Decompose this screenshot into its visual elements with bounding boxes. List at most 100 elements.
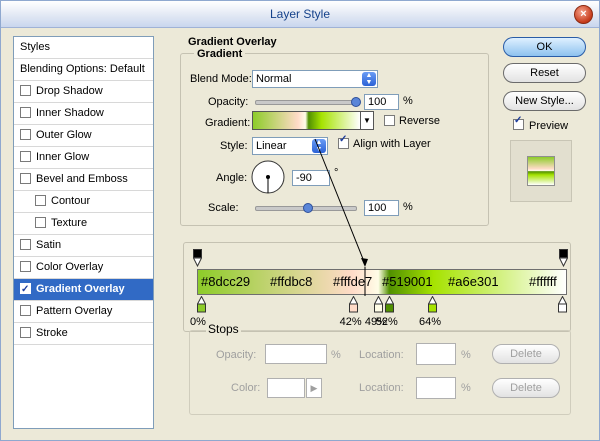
styles-header[interactable]: Styles xyxy=(14,37,153,59)
reset-button[interactable]: Reset xyxy=(503,63,586,83)
opacity-slider-track[interactable] xyxy=(255,100,357,105)
style-item-label: Drop Shadow xyxy=(36,85,103,97)
checkbox-icon[interactable] xyxy=(20,304,31,316)
window-title: Layer Style xyxy=(269,7,331,21)
title-bar[interactable]: Layer Style × xyxy=(1,1,599,28)
preview-swatch xyxy=(527,156,555,186)
styles-list: Styles Blending Options: Default Drop Sh… xyxy=(13,36,154,429)
style-item-color-overlay[interactable]: Color Overlay xyxy=(14,257,153,279)
stop-color-label: Color: xyxy=(231,382,261,394)
color-stop-marker[interactable] xyxy=(557,295,568,316)
blending-options-item[interactable]: Blending Options: Default xyxy=(14,59,153,81)
checkbox-icon[interactable] xyxy=(20,84,31,96)
style-item-texture[interactable]: Texture xyxy=(14,213,153,235)
style-item-satin[interactable]: Satin xyxy=(14,235,153,257)
stop-color-swatch[interactable] xyxy=(267,378,305,398)
stop-location-label: 64% xyxy=(419,316,442,328)
scale-label: Scale: xyxy=(208,202,239,214)
stop-location-label: 52% xyxy=(375,316,398,328)
checkbox-icon[interactable] xyxy=(20,128,31,140)
delete-opacity-stop-button[interactable]: Delete xyxy=(492,344,560,364)
angle-unit: ° xyxy=(334,167,339,179)
layer-style-dialog: Layer Style × Styles Blending Options: D… xyxy=(0,0,600,441)
stop-opacity-unit: % xyxy=(331,349,341,361)
opacity-slider-thumb[interactable] xyxy=(351,97,361,107)
gradient-label: Gradient: xyxy=(205,117,251,129)
stop-opacity-label: Opacity: xyxy=(216,349,257,361)
stop-hex-label: #ffdbc8 xyxy=(270,274,313,289)
style-item-label: Color Overlay xyxy=(36,261,104,273)
align-check-icon xyxy=(338,134,349,149)
color-stop-marker[interactable] xyxy=(384,295,395,316)
style-item-label: Inner Shadow xyxy=(36,107,104,119)
style-item-label: Gradient Overlay xyxy=(36,283,125,295)
align-checkbox[interactable] xyxy=(338,134,354,150)
checkbox-icon[interactable] xyxy=(20,326,31,338)
opacity-location-input[interactable] xyxy=(416,343,456,365)
angle-input[interactable]: -90 xyxy=(292,170,330,186)
opacity-label: Opacity: xyxy=(208,96,249,108)
stop-location-label: 42% xyxy=(339,316,362,328)
color-stop-marker[interactable] xyxy=(373,295,384,316)
new-style-button[interactable]: New Style... xyxy=(503,91,586,111)
style-item-label: Inner Glow xyxy=(36,151,90,163)
style-item-gradient-overlay[interactable]: Gradient Overlay xyxy=(14,279,153,301)
gradient-preview-swatch[interactable] xyxy=(252,111,361,130)
reverse-label: Reverse xyxy=(399,115,440,127)
opacity-location-label: Location: xyxy=(359,349,404,361)
style-item-contour[interactable]: Contour xyxy=(14,191,153,213)
color-stop-marker[interactable] xyxy=(348,295,358,316)
checkbox-icon[interactable] xyxy=(20,260,31,272)
style-value: Linear xyxy=(256,140,287,152)
style-item-inner-shadow[interactable]: Inner Shadow xyxy=(14,103,153,125)
preview-checkbox[interactable] xyxy=(513,115,529,131)
style-item-outer-glow[interactable]: Outer Glow xyxy=(14,125,153,147)
checkbox-icon[interactable] xyxy=(35,194,46,206)
delete-color-stop-button[interactable]: Delete xyxy=(492,378,560,398)
gradient-group-title: Gradient xyxy=(194,48,246,60)
style-label: Style: xyxy=(220,140,248,152)
style-select[interactable]: Linear ▲ ▼ xyxy=(252,137,328,155)
stop-hex-label: #ffffff xyxy=(529,274,557,289)
checkbox-icon[interactable] xyxy=(20,172,31,184)
color-stop-marker[interactable] xyxy=(196,295,207,316)
stop-hex-label: #8dcc29 xyxy=(201,274,251,289)
chevron-updown-icon: ▲ ▼ xyxy=(362,72,376,86)
blend-mode-select[interactable]: Normal ▲ ▼ xyxy=(252,70,378,88)
checkbox-icon[interactable] xyxy=(20,279,31,300)
gradient-picker-dropdown[interactable]: ▼ xyxy=(361,111,374,130)
style-item-inner-glow[interactable]: Inner Glow xyxy=(14,147,153,169)
opacity-stop-right[interactable] xyxy=(558,249,569,270)
checkbox-icon[interactable] xyxy=(20,106,31,118)
color-picker-arrow-icon[interactable]: ▶ xyxy=(306,378,322,398)
style-item-label: Stroke xyxy=(36,327,68,339)
close-button[interactable]: × xyxy=(574,5,593,24)
scale-input[interactable]: 100 xyxy=(364,200,399,216)
style-item-label: Satin xyxy=(36,239,62,251)
chevron-updown-icon: ▲ ▼ xyxy=(312,139,326,153)
preview-label: Preview xyxy=(529,120,569,132)
color-location-input[interactable] xyxy=(416,377,456,399)
stop-hex-label: #fffde7 xyxy=(333,274,373,289)
section-title: Gradient Overlay xyxy=(188,36,277,48)
angle-dial[interactable] xyxy=(250,159,286,195)
checkbox-icon[interactable] xyxy=(20,150,31,162)
opacity-unit: % xyxy=(403,95,413,107)
color-stop-marker[interactable] xyxy=(427,295,438,316)
opacity-input[interactable]: 100 xyxy=(364,94,399,110)
ok-button[interactable]: OK xyxy=(503,37,586,57)
style-item-pattern-overlay[interactable]: Pattern Overlay xyxy=(14,301,153,323)
blend-mode-label: Blend Mode: xyxy=(190,73,252,85)
style-item-stroke[interactable]: Stroke xyxy=(14,323,153,345)
opacity-stop-left[interactable] xyxy=(192,249,203,270)
checkbox-icon[interactable] xyxy=(35,216,46,228)
scale-unit: % xyxy=(403,201,413,213)
style-item-drop-shadow[interactable]: Drop Shadow xyxy=(14,81,153,103)
scale-slider-thumb[interactable] xyxy=(303,203,313,213)
stop-opacity-input[interactable] xyxy=(265,344,327,364)
checkbox-icon[interactable] xyxy=(20,238,31,250)
style-item-label: Texture xyxy=(51,217,88,229)
reverse-checkbox[interactable] xyxy=(384,114,400,127)
style-item-bevel-and-emboss[interactable]: Bevel and Emboss xyxy=(14,169,153,191)
stops-group-title: Stops xyxy=(206,322,241,336)
